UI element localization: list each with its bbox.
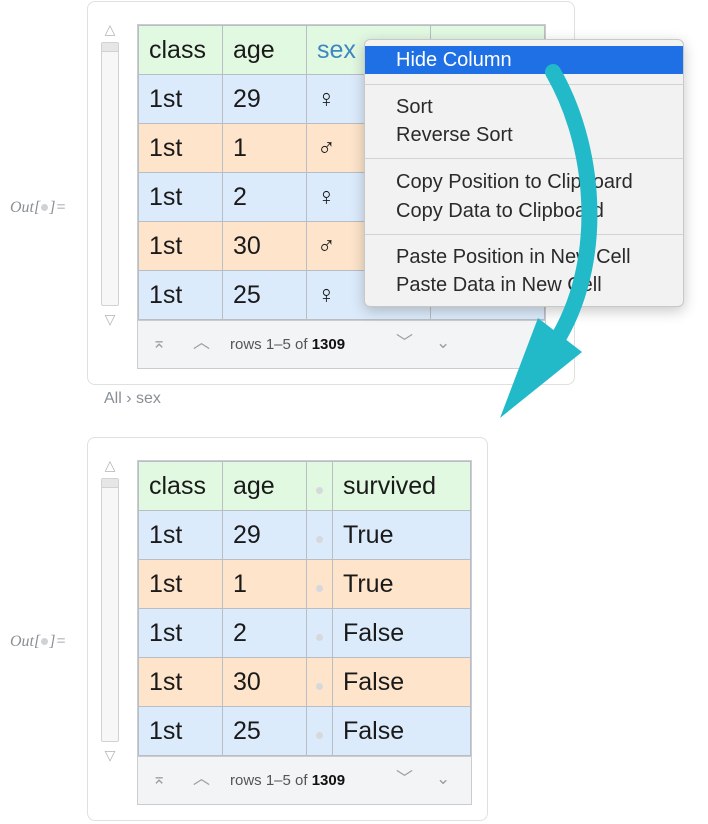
curved-arrow-icon (500, 64, 598, 418)
